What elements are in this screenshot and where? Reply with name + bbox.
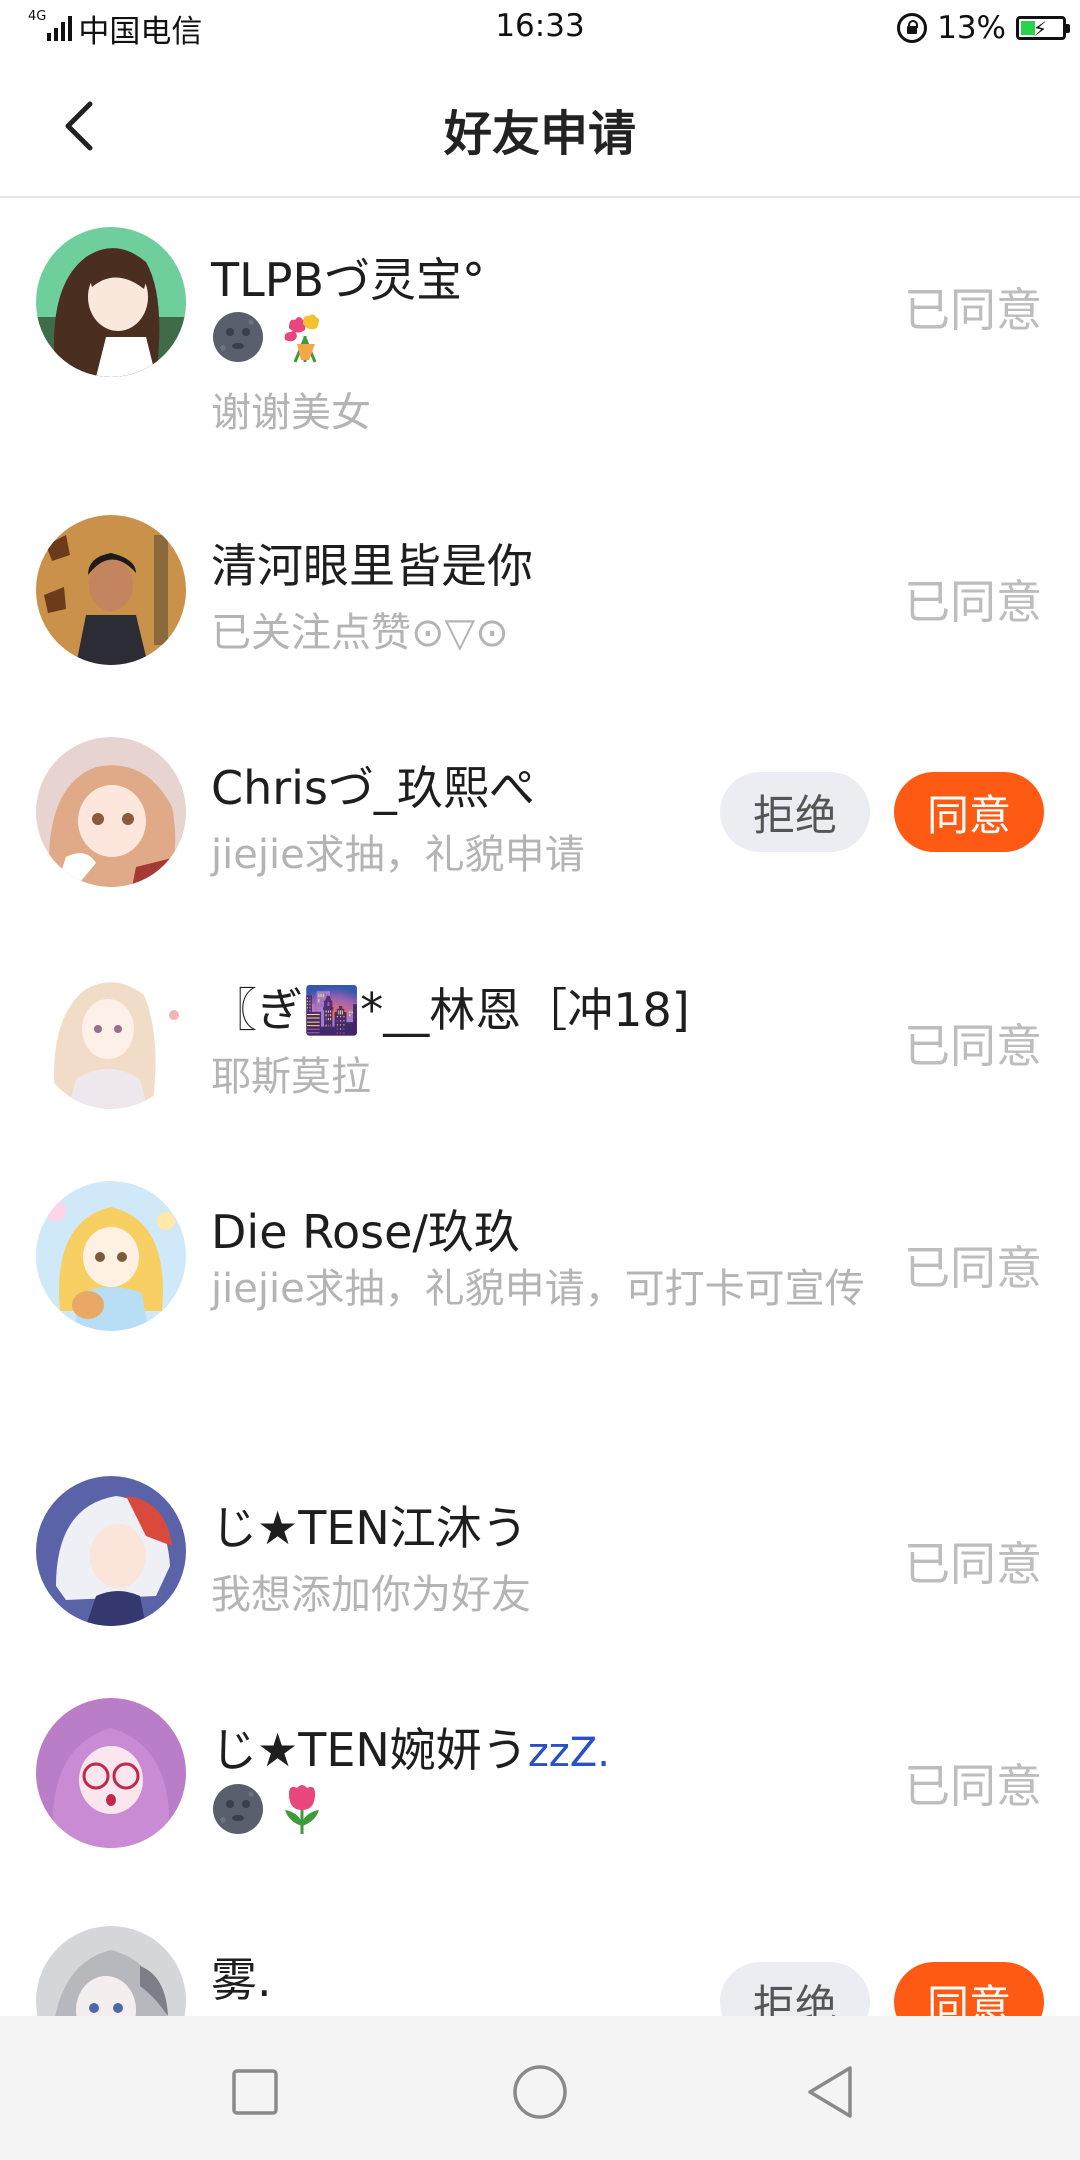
list-item[interactable]: じ★TEN婉妍うzzZ. 已同意 (0, 1600, 1080, 1848)
status-accepted: 已同意 (904, 1241, 1042, 1295)
system-nav-bar (0, 2016, 1080, 2160)
status-accepted: 已同意 (904, 283, 1042, 337)
square-icon (232, 2069, 278, 2115)
status-accepted: 已同意 (904, 1537, 1042, 1591)
rotation-lock-icon (897, 13, 928, 43)
requester-name: 清河眼里皆是你 (211, 539, 533, 593)
requester-name: じ★TEN婉妍うzzZ. (211, 1714, 610, 1780)
tulip-bouquet-icon (284, 314, 319, 363)
reject-button[interactable]: 拒绝 (720, 1962, 870, 2016)
battery-percent: 13% (937, 10, 1006, 46)
emoji-line (211, 310, 329, 364)
status-right: 13% ⚡ (897, 8, 1070, 48)
list-item[interactable]: 清河眼里皆是你 已关注点赞⊙▽⊙ 已同意 (0, 420, 1080, 665)
status-accepted: 已同意 (904, 575, 1042, 629)
recent-apps-button[interactable] (215, 2052, 295, 2132)
new-moon-face-icon (213, 312, 263, 362)
circle-icon (513, 2065, 567, 2119)
status-bar: 4G 中国电信 16:33 13% ⚡ (0, 0, 1080, 56)
avatar[interactable] (36, 1926, 186, 2016)
battery-icon: ⚡ (1016, 16, 1070, 41)
requester-name: じ★TEN江沐う (211, 1501, 528, 1555)
list-item[interactable]: 雾. 拒绝 同意 (0, 1822, 1080, 2016)
list-item[interactable]: じ★TEN江沐う 我想添加你为好友 已同意 (0, 1378, 1080, 1626)
requester-name: Die Rose/玖玖 (211, 1205, 520, 1259)
zzz-suffix: zzZ. (527, 1730, 610, 1776)
list-item[interactable]: TLPBづ灵宝° 谢谢美女 已同意 (0, 198, 1080, 436)
accept-button[interactable]: 同意 (894, 772, 1044, 852)
list-item[interactable]: 〖ぎ🌆*__林恩［冲18] 耶斯莫拉 已同意 (0, 864, 1080, 1109)
triangle-back-icon (808, 2066, 852, 2118)
list-item[interactable]: Die Rose/玖玖 jiejie求抽，礼貌申请，可打卡可宣传 已同意 (0, 1086, 1080, 1378)
avatar[interactable] (36, 227, 186, 377)
request-message: jiejie求抽，礼貌申请，可打卡可宣传 (211, 1266, 865, 1312)
page-title: 好友申请 (443, 106, 636, 162)
requester-name: 雾. (211, 1953, 272, 2007)
status-accepted: 已同意 (904, 1759, 1042, 1813)
requester-name: Chrisづ_玖熙ぺ (211, 761, 535, 815)
accept-button[interactable]: 同意 (894, 1962, 1044, 2016)
requester-name-text: じ★TEN婉妍う (211, 1723, 528, 1777)
home-button[interactable] (500, 2052, 580, 2132)
friend-request-list[interactable]: TLPBづ灵宝° 谢谢美女 已同意 清河眼里皆是你 已关注点赞⊙▽⊙ 已同意 C… (0, 198, 1080, 2016)
back-nav-button[interactable] (790, 2052, 870, 2132)
requester-name: TLPBづ灵宝° (211, 253, 486, 307)
status-accepted: 已同意 (904, 1019, 1042, 1073)
list-item[interactable]: Chrisづ_玖熙ぺ jiejie求抽，礼貌申请 拒绝 同意 (0, 642, 1080, 887)
avatar[interactable] (36, 1181, 186, 1331)
nav-bar: 好友申请 (0, 56, 1080, 198)
requester-name: 〖ぎ🌆*__林恩［冲18] (211, 983, 690, 1037)
reject-button[interactable]: 拒绝 (720, 772, 870, 852)
